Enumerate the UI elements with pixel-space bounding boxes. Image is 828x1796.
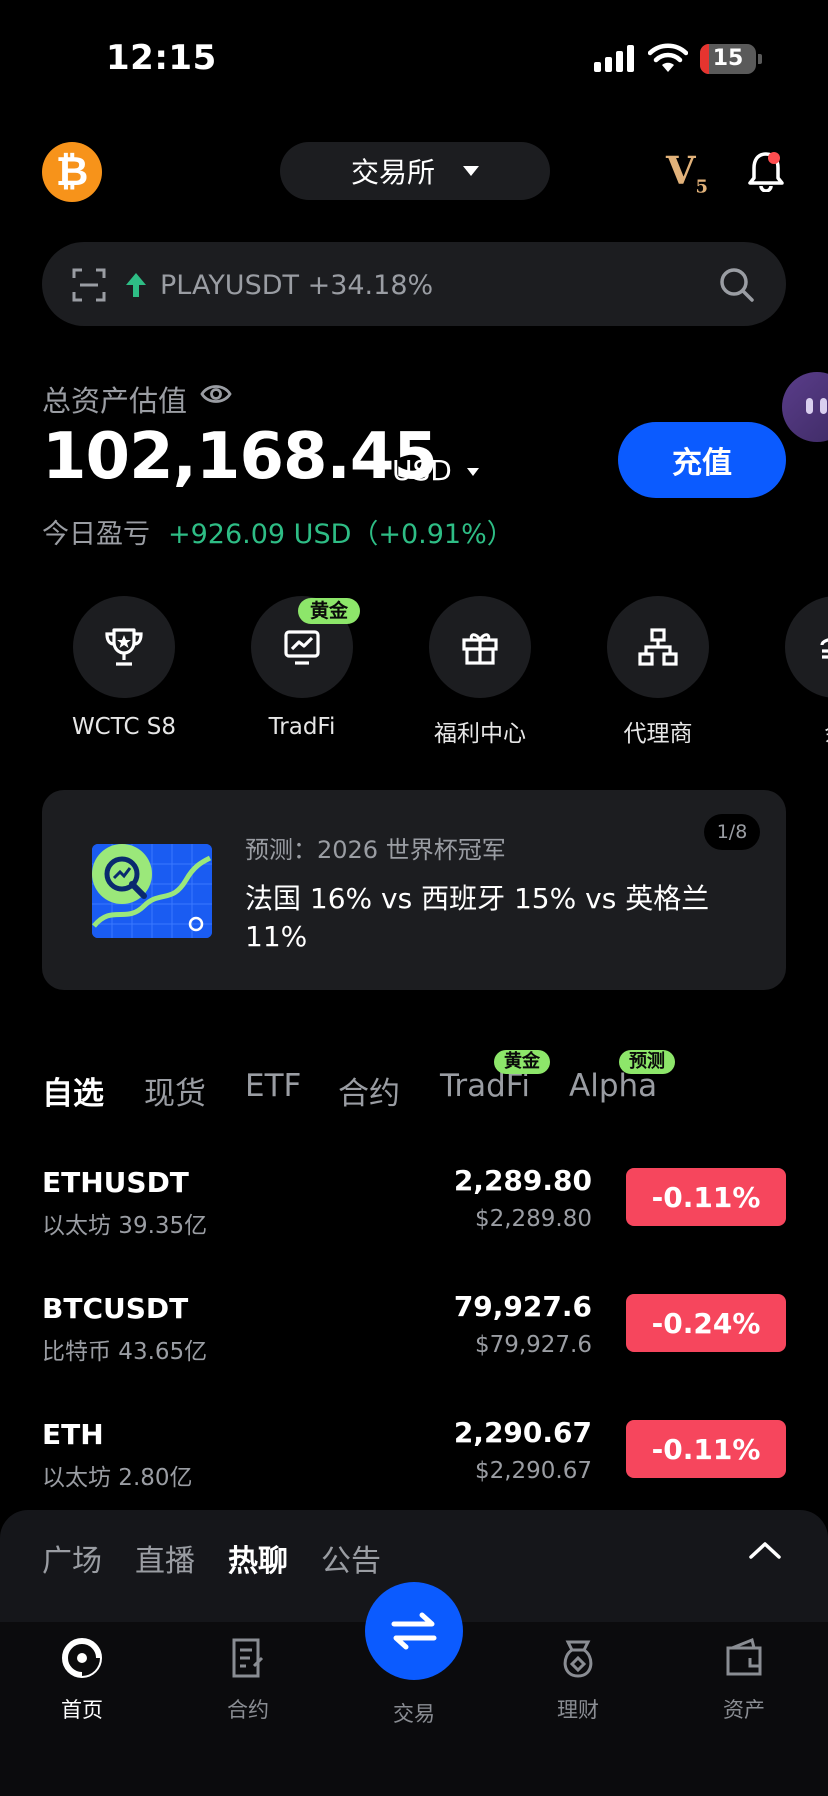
total-assets-label: 总资产估值 xyxy=(42,384,188,418)
exchange-label: 交易所 xyxy=(350,156,435,189)
nav-home[interactable]: 首页 xyxy=(22,1636,142,1724)
trophy-icon xyxy=(105,628,143,666)
signal-icon xyxy=(594,44,636,72)
row-symbol[interactable]: ETH xyxy=(42,1418,104,1451)
shortcut-wctc[interactable]: WCTC S8 xyxy=(44,596,204,740)
nav-label: 资产 xyxy=(723,1698,765,1722)
vip-letter: V xyxy=(666,148,696,193)
search-icon[interactable] xyxy=(718,266,756,304)
prediction-chart-icon xyxy=(92,844,212,938)
nav-label: 交易 xyxy=(393,1702,435,1726)
currency-unit[interactable]: USD xyxy=(392,454,452,487)
tab-futures[interactable]: 合约 xyxy=(338,1068,400,1113)
chart-monitor-icon xyxy=(284,630,320,665)
prediction-subtitle: 预测：2026 世界杯冠军 xyxy=(245,836,506,864)
nav-futures[interactable]: 合约 xyxy=(188,1636,308,1724)
tab-spot[interactable]: 现货 xyxy=(144,1068,206,1113)
caret-down-icon[interactable] xyxy=(467,468,479,476)
wallet-icon xyxy=(726,1637,762,1676)
total-assets-value: 102,168.45 xyxy=(42,420,438,494)
nav-earn[interactable]: 理财 xyxy=(518,1636,638,1724)
coin-icon xyxy=(820,638,828,659)
nav-assets[interactable]: 资产 xyxy=(684,1636,804,1724)
shortcut-label: 余 xyxy=(756,714,828,748)
vip-number: 5 xyxy=(695,176,709,198)
row-subtitle: 以太坊 2.80亿 xyxy=(42,1465,193,1491)
finance-icon xyxy=(563,1640,593,1678)
tab-etf[interactable]: ETF xyxy=(245,1068,301,1104)
row-symbol[interactable]: BTCUSDT xyxy=(42,1292,188,1325)
nav-label: 理财 xyxy=(557,1698,599,1722)
row-change-badge[interactable]: -0.11% xyxy=(626,1168,786,1226)
caret-down-icon xyxy=(463,166,479,176)
shortcut-label: 代理商 xyxy=(623,721,693,747)
contract-icon xyxy=(232,1638,264,1678)
nav-label: 合约 xyxy=(227,1698,269,1722)
scan-icon[interactable] xyxy=(72,268,106,302)
shortcut-savings[interactable]: 余 xyxy=(756,596,828,748)
row-price: 2,290.67 xyxy=(453,1416,592,1449)
bell-icon[interactable] xyxy=(746,148,786,192)
battery-icon: 15 xyxy=(700,44,756,74)
wifi-icon xyxy=(648,43,688,72)
row-change-badge[interactable]: -0.24% xyxy=(626,1294,786,1352)
tab-square[interactable]: 广场 xyxy=(42,1536,102,1580)
pnl-label: 今日盈亏 xyxy=(42,519,150,550)
notification-dot xyxy=(768,152,780,164)
deposit-button[interactable]: 充值 xyxy=(618,422,786,498)
shortcut-label: 福利中心 xyxy=(434,721,526,747)
gold-badge: 黄金 xyxy=(494,1050,550,1074)
battery-level: 15 xyxy=(712,46,744,71)
status-time: 12:15 xyxy=(106,38,217,78)
gift-icon xyxy=(462,633,498,665)
tab-favorites[interactable]: 自选 xyxy=(42,1068,104,1113)
bitcoin-avatar-icon[interactable]: ₿ xyxy=(42,142,102,202)
exchange-switcher[interactable]: 交易所 xyxy=(280,142,550,200)
vip-badge[interactable]: V5 xyxy=(666,148,708,198)
floating-assistant-icon[interactable] xyxy=(782,372,828,442)
row-price: 2,289.80 xyxy=(453,1164,592,1197)
tab-live[interactable]: 直播 xyxy=(135,1536,195,1580)
shortcut-rewards[interactable]: 福利中心 xyxy=(400,596,560,748)
org-chart-icon xyxy=(638,628,678,666)
row-change-badge[interactable]: -0.11% xyxy=(626,1420,786,1478)
swap-icon xyxy=(391,1612,437,1650)
shortcut-label: TradFi xyxy=(268,714,336,740)
row-usd-price: $2,289.80 xyxy=(474,1206,592,1232)
tab-announcements[interactable]: 公告 xyxy=(321,1536,381,1580)
row-usd-price: $2,290.67 xyxy=(474,1458,592,1484)
nav-label: 首页 xyxy=(61,1698,103,1722)
battery-tip xyxy=(758,54,762,64)
home-icon xyxy=(62,1638,102,1678)
pnl-value: +926.09 USD（+0.91%） xyxy=(168,519,514,550)
prediction-title: 法国 16% vs 西班牙 15% vs 英格兰 11% xyxy=(245,882,710,953)
eye-icon[interactable] xyxy=(200,380,232,408)
banner-page-indicator: 1/8 xyxy=(704,814,760,850)
prediction-badge: 预测 xyxy=(619,1050,675,1074)
chevron-up-icon[interactable] xyxy=(748,1540,782,1560)
row-subtitle: 以太坊 39.35亿 xyxy=(42,1213,208,1239)
row-price: 79,927.6 xyxy=(453,1290,592,1323)
shortcut-agent[interactable]: 代理商 xyxy=(578,596,738,748)
row-symbol[interactable]: ETHUSDT xyxy=(42,1166,189,1199)
trend-up-icon xyxy=(126,273,146,297)
search-trending-text[interactable]: PLAYUSDT +34.18% xyxy=(160,270,433,301)
row-usd-price: $79,927.6 xyxy=(474,1332,592,1358)
nav-trade-button[interactable] xyxy=(365,1582,463,1680)
gold-badge: 黄金 xyxy=(298,598,361,624)
shortcut-label: WCTC S8 xyxy=(71,714,177,740)
row-subtitle: 比特币 43.65亿 xyxy=(42,1339,208,1365)
tab-hot-chat[interactable]: 热聊 xyxy=(228,1536,288,1580)
